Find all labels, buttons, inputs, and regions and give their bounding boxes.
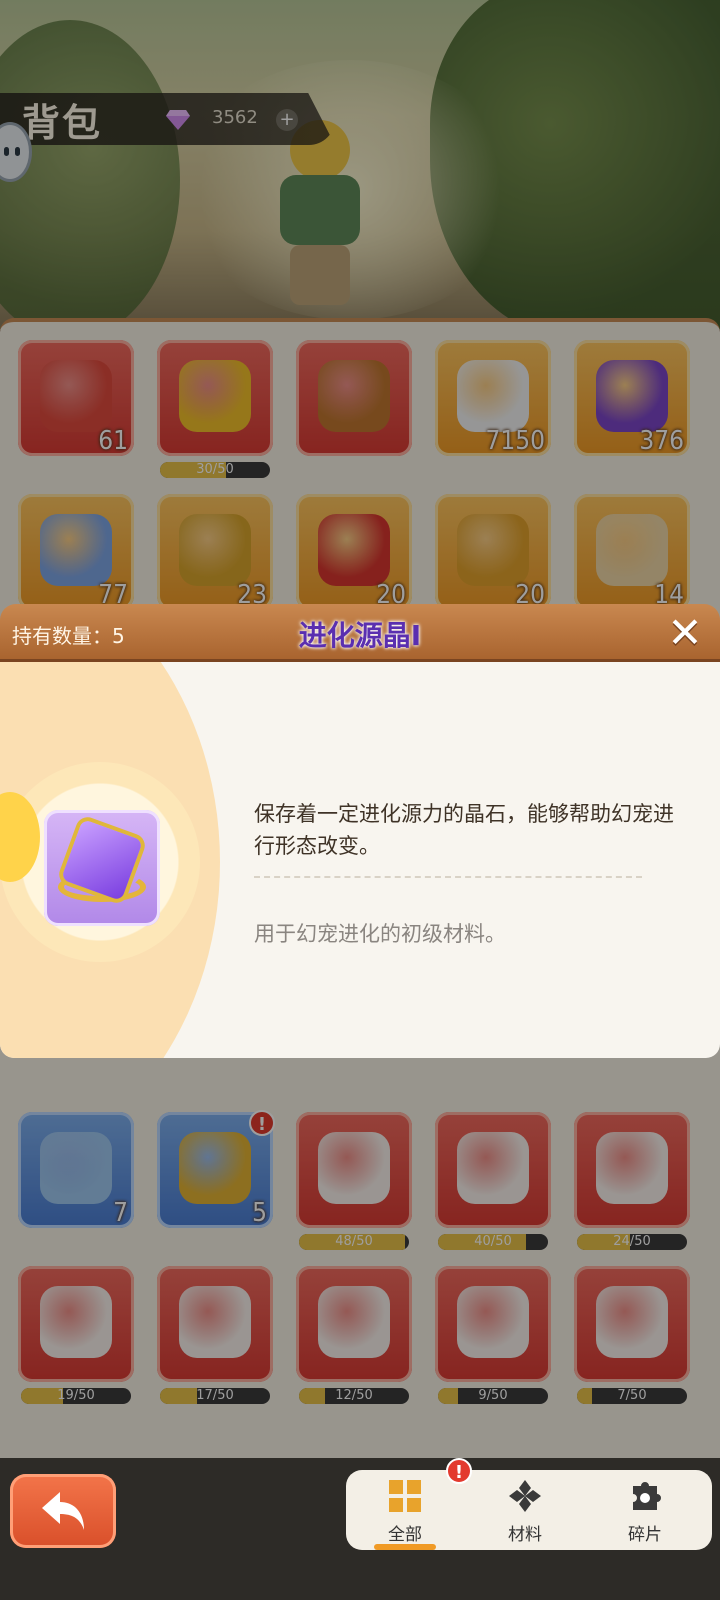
grid-icon (389, 1480, 421, 1512)
tab-all[interactable]: 全部 (350, 1470, 460, 1550)
bottom-bar: 全部 ! 材料 碎片 (0, 1458, 720, 1600)
tab-label: 全部 (388, 1525, 422, 1545)
close-icon[interactable]: ✕ (664, 612, 706, 654)
item-usage: 用于幻宠进化的初级材料。 (254, 922, 506, 946)
tab-label: 材料 (508, 1525, 542, 1545)
back-arrow-icon (42, 1492, 84, 1530)
tabs-alert-badge: ! (446, 1458, 472, 1484)
item-name: 进化源晶I (298, 619, 422, 652)
item-description: 保存着一定进化源力的晶石，能够帮助幻宠进行形态改变。 (254, 802, 674, 858)
evolution-crystal-icon (44, 810, 160, 926)
item-detail-dialog: 持有数量：5 进化源晶I ✕ 保存着一定进化源力的晶石，能够帮助幻宠进行形态改变… (0, 604, 720, 1058)
filter-tabs: 全部 ! 材料 碎片 (346, 1458, 712, 1550)
tab-fragments[interactable]: 碎片 (590, 1470, 700, 1550)
tab-label: 碎片 (628, 1525, 662, 1545)
active-tab-indicator (374, 1544, 436, 1550)
back-button[interactable] (10, 1474, 116, 1548)
materials-icon (509, 1480, 541, 1512)
divider (254, 876, 642, 878)
dialog-body: 保存着一定进化源力的晶石，能够帮助幻宠进行形态改变。 用于幻宠进化的初级材料。 (0, 662, 720, 1058)
puzzle-icon (633, 1482, 661, 1510)
dialog-header: 持有数量：5 进化源晶I ✕ (0, 604, 720, 662)
tab-materials[interactable]: 材料 (470, 1470, 580, 1550)
